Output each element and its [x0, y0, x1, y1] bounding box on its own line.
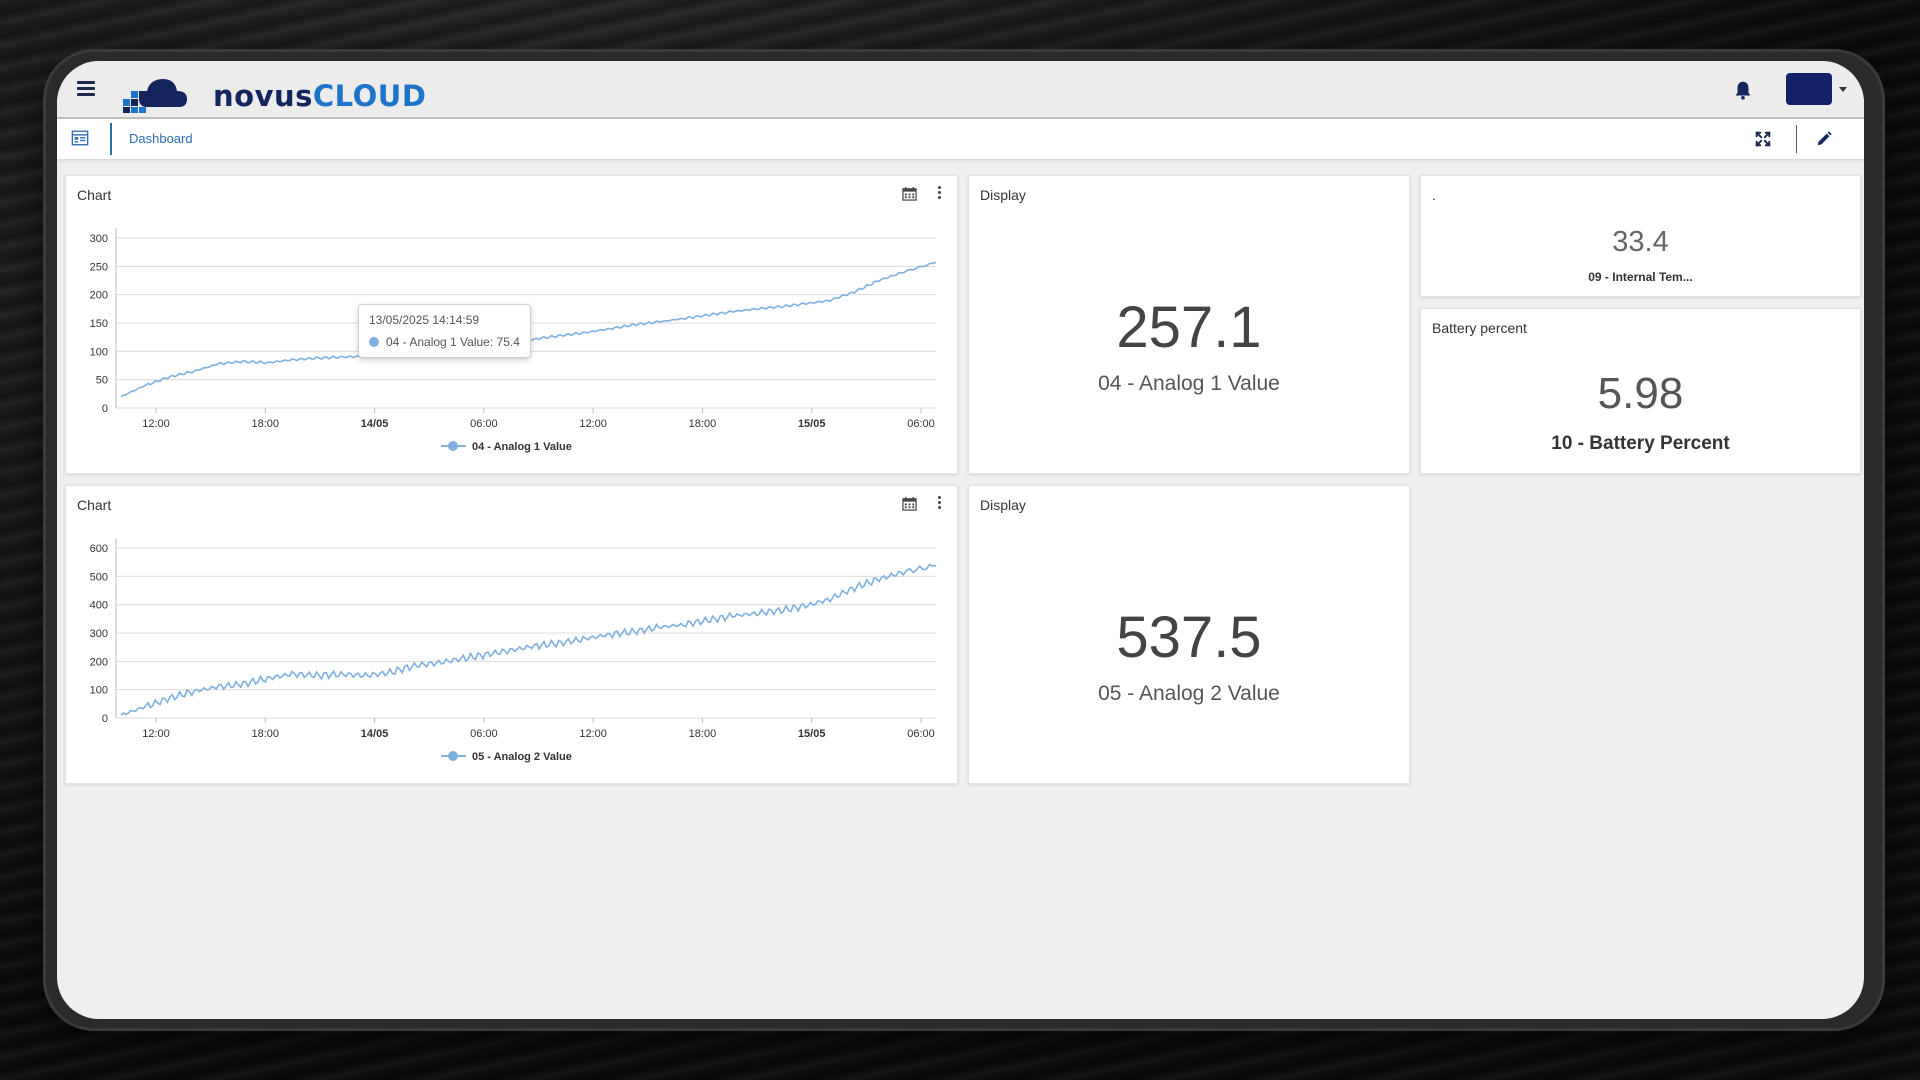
tooltip-value: 04 - Analog 1 Value: 75.4	[386, 335, 520, 349]
cloud-logo-icon	[123, 79, 187, 113]
expand-icon[interactable]	[1754, 130, 1772, 148]
breadcrumb-bar: Dashboard	[57, 119, 1864, 160]
toolbar-divider	[1796, 125, 1797, 153]
y-tick-label: 300	[90, 628, 108, 640]
y-tick-label: 0	[102, 403, 108, 415]
logo[interactable]: novusCLOUD	[117, 69, 426, 115]
y-tick-label: 150	[90, 318, 108, 330]
y-tick-label: 250	[90, 261, 108, 273]
display-widget-internal-temp: . 33.4 09 - Internal Tem...	[1420, 175, 1861, 297]
x-tick-label: 06:00	[907, 728, 935, 740]
legend-marker	[448, 441, 458, 451]
x-tick-label: 18:00	[689, 418, 717, 430]
display-value: 257.1	[1116, 295, 1262, 360]
widget-title: Display	[980, 187, 1026, 203]
tooltip-time: 13/05/2025 14:14:59	[369, 313, 480, 327]
dashboard-icon[interactable]	[71, 129, 89, 147]
display-label: 09 - Internal Tem...	[1588, 270, 1693, 284]
display-widget-analog-1: Display 257.1 04 - Analog 1 Value	[968, 175, 1410, 474]
series-line	[120, 563, 937, 716]
chevron-down-icon[interactable]	[1839, 87, 1847, 92]
widget-title: Battery percent	[1432, 320, 1527, 336]
display-value: 33.4	[1612, 226, 1669, 258]
chart-widget-analog-2: Chart 0 100 200 300 400 500 600 12:00 18:00 14/05…	[65, 485, 958, 784]
logo-text-cloud: CLOUD	[312, 79, 427, 113]
y-tick-label: 600	[90, 543, 108, 555]
chart-widget-analog-1: Chart 0 50 100 150 200 250 300 12:00 18:00 14/05 0…	[65, 175, 958, 474]
y-tick-label: 500	[90, 571, 108, 583]
x-tick-label: 18:00	[252, 728, 280, 740]
hamburger-icon[interactable]	[77, 81, 95, 96]
x-tick-label: 12:00	[579, 418, 607, 430]
x-tick-label: 15/05	[798, 418, 826, 430]
display-widget-battery: Battery percent 5.98 10 - Battery Percen…	[1420, 308, 1861, 474]
app-screen: novusCLOUD Dashboard Chart 0 50 100 150 …	[57, 61, 1864, 1019]
y-tick-label: 100	[90, 685, 108, 697]
logo-text-novus: novus	[213, 79, 313, 113]
x-tick-label: 06:00	[907, 418, 935, 430]
pencil-icon[interactable]	[1815, 130, 1833, 148]
legend-label: 05 - Analog 2 Value	[472, 751, 572, 763]
breadcrumb-dashboard-link[interactable]: Dashboard	[129, 131, 193, 146]
x-tick-label: 12:00	[142, 728, 170, 740]
series-dot-icon	[369, 337, 379, 347]
x-tick-label: 18:00	[252, 418, 280, 430]
display-label: 05 - Analog 2 Value	[1098, 682, 1280, 705]
x-tick-label: 14/05	[361, 418, 389, 430]
widget-title: Display	[980, 497, 1026, 513]
x-tick-label: 12:00	[142, 418, 170, 430]
display-widget-analog-2: Display 537.5 05 - Analog 2 Value	[968, 485, 1410, 784]
line-chart-analog-2: 0 100 200 300 400 500 600 12:00 18:00 14/05 06:00 1…	[90, 538, 937, 763]
x-tick-label: 14/05	[361, 728, 389, 740]
x-tick-label: 06:00	[470, 728, 498, 740]
logo-text: novusCLOUD	[213, 79, 426, 113]
x-tick-label: 12:00	[579, 728, 607, 740]
y-tick-label: 300	[90, 233, 108, 245]
x-tick-label: 18:00	[689, 728, 717, 740]
user-avatar-button[interactable]	[1786, 73, 1832, 105]
y-tick-label: 50	[96, 375, 108, 387]
x-tick-label: 06:00	[470, 418, 498, 430]
y-tick-label: 200	[90, 656, 108, 668]
chart-tooltip: 13/05/2025 14:14:59 04 - Analog 1 Value:…	[358, 304, 531, 358]
widget-title: .	[1432, 187, 1436, 203]
y-tick-label: 400	[90, 600, 108, 612]
display-value: 5.98	[1597, 369, 1684, 418]
display-label: 10 - Battery Percent	[1551, 433, 1730, 454]
y-tick-label: 200	[90, 290, 108, 302]
y-tick-label: 0	[102, 713, 108, 725]
legend-marker	[448, 751, 458, 761]
bell-icon[interactable]	[1732, 79, 1754, 101]
legend-label: 04 - Analog 1 Value	[472, 441, 572, 453]
breadcrumb-divider	[110, 123, 112, 155]
display-value: 537.5	[1116, 605, 1262, 670]
x-tick-label: 15/05	[798, 728, 826, 740]
y-tick-label: 100	[90, 346, 108, 358]
display-label: 04 - Analog 1 Value	[1098, 372, 1280, 395]
top-bar: novusCLOUD	[57, 61, 1864, 119]
